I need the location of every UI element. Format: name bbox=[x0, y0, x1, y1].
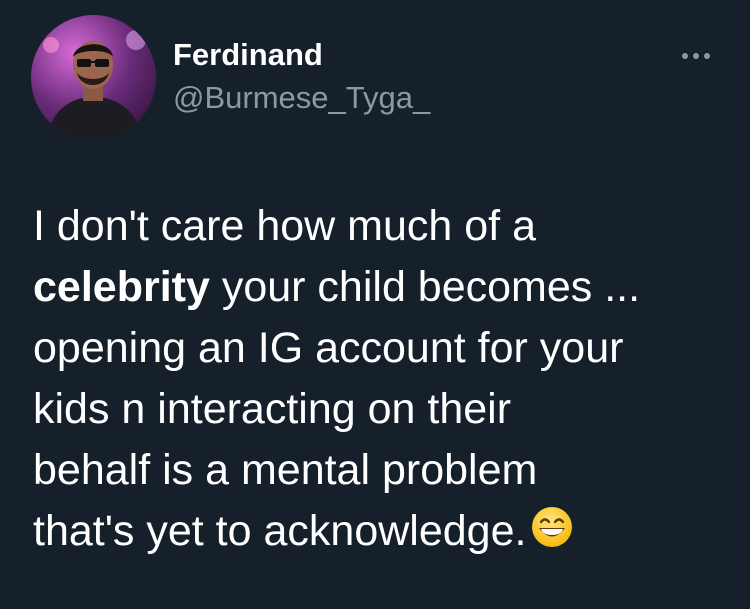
author-handle[interactable]: @Burmese_Tyga_ bbox=[173, 79, 430, 117]
tweet-line-rest: your child becomes ... bbox=[209, 263, 641, 311]
author-info: Ferdinand @Burmese_Tyga_ bbox=[173, 36, 430, 117]
tweet-line-text: that's yet to acknowledge. bbox=[33, 507, 527, 555]
tweet-line: celebrity your child becomes ... bbox=[33, 257, 733, 318]
tweet-line: kids n interacting on their bbox=[33, 385, 512, 433]
ellipsis-horizontal-icon bbox=[682, 53, 688, 59]
tweet-line: opening an IG account for your bbox=[33, 324, 624, 372]
tweet-line: that's yet to acknowledge. bbox=[33, 501, 733, 562]
ellipsis-dot bbox=[693, 53, 699, 59]
tweet-text: I don't care how much of a celebrity you… bbox=[33, 196, 733, 562]
avatar-image bbox=[31, 15, 156, 140]
more-options-button[interactable] bbox=[676, 46, 716, 66]
tweet-line: behalf is a mental problem bbox=[33, 446, 538, 494]
tweet-line: I don't care how much of a bbox=[33, 202, 536, 250]
author-avatar[interactable] bbox=[31, 15, 156, 140]
author-display-name[interactable]: Ferdinand bbox=[173, 36, 430, 74]
grinning-face-emoji-icon bbox=[530, 505, 574, 549]
ellipsis-dot bbox=[704, 53, 710, 59]
tweet-card: Ferdinand @Burmese_Tyga_ I don't care ho… bbox=[0, 0, 750, 609]
bold-word: celebrity bbox=[33, 263, 210, 311]
